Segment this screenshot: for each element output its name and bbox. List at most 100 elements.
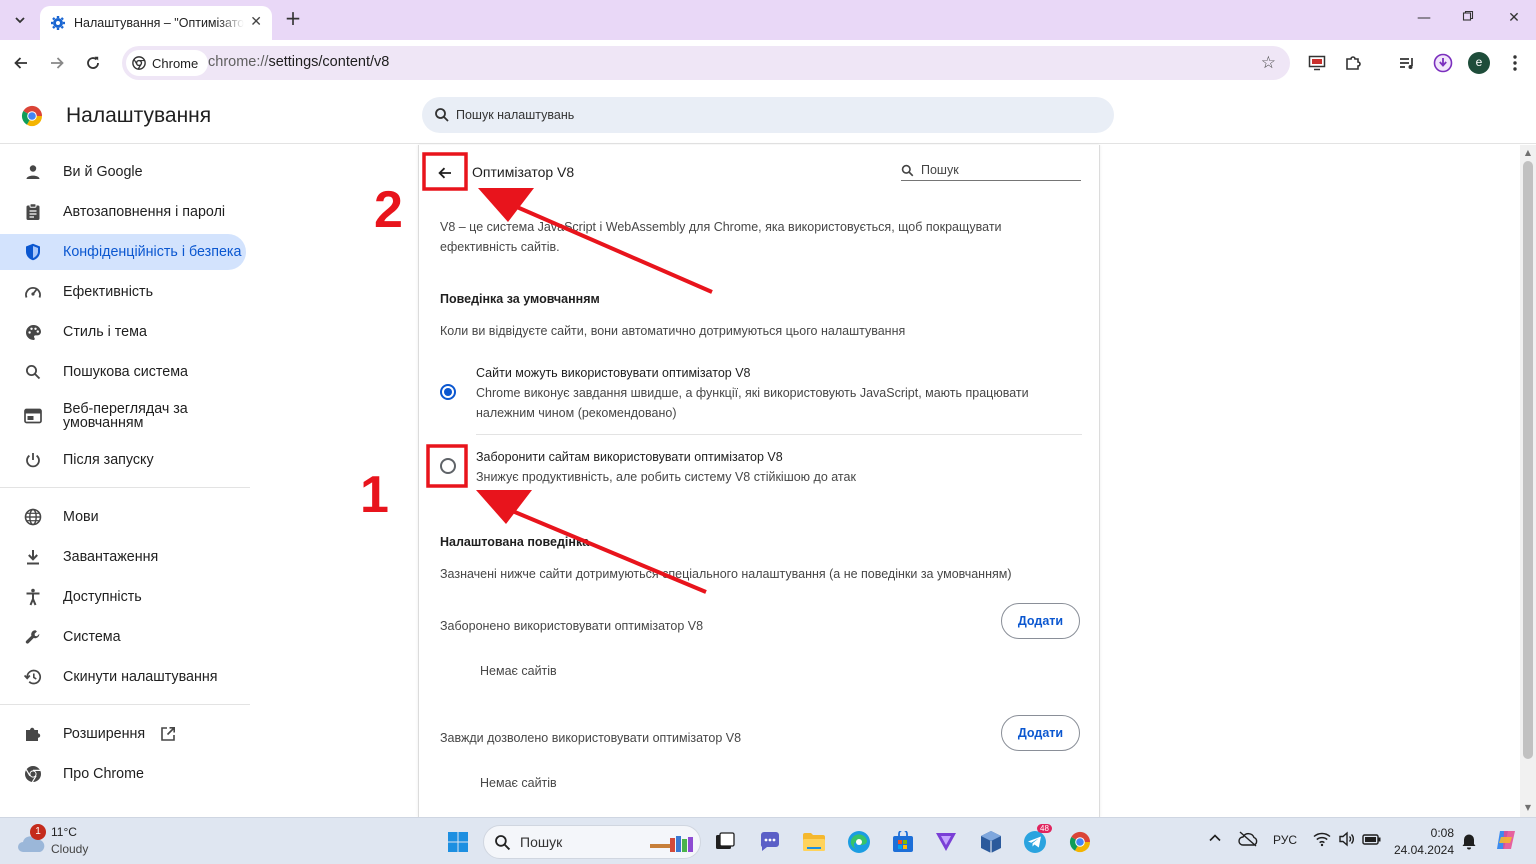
virtualbox-button[interactable]: [975, 826, 1007, 858]
scroll-thumb[interactable]: [1523, 161, 1533, 759]
teams-chat-button[interactable]: [754, 826, 786, 858]
settings-search-input[interactable]: [456, 105, 1056, 125]
forward-button[interactable]: [46, 52, 68, 74]
arrow-left-icon: [438, 167, 451, 179]
sidebar-item-label: Доступність: [63, 589, 142, 605]
more-menu-button[interactable]: [1504, 52, 1526, 74]
address-bar[interactable]: Chrome chrome://settings/content/v8 ☆: [122, 46, 1290, 80]
sidebar-item-about-chrome[interactable]: Про Chrome: [0, 756, 248, 792]
close-tab-icon[interactable]: ✕: [250, 14, 262, 30]
settings-search-box[interactable]: [422, 97, 1114, 133]
option-block-v8[interactable]: Заборонити сайтам використовувати оптимі…: [419, 445, 1099, 497]
chrome-taskbar-button[interactable]: [1064, 826, 1096, 858]
volume-tray[interactable]: [1338, 831, 1356, 850]
bookmark-star-icon[interactable]: ☆: [1261, 53, 1276, 73]
task-view-icon: [716, 832, 735, 849]
windows-taskbar: 1 11°C Cloudy Пошук 48 РУС 0:08 24.04.20…: [0, 817, 1536, 864]
copilot-button[interactable]: [1494, 829, 1518, 854]
minimize-button[interactable]: —: [1414, 10, 1434, 26]
books-icon: [650, 836, 693, 852]
download-extension-button[interactable]: [1432, 52, 1454, 74]
sidebar-item-languages[interactable]: Мови: [0, 499, 248, 535]
url-text[interactable]: chrome://settings/content/v8: [208, 54, 389, 70]
option-allow-v8[interactable]: Сайти можуть використовувати оптимізатор…: [419, 361, 1099, 433]
sidebar-item-autofill[interactable]: Автозаповнення і паролі: [0, 194, 248, 230]
store-button[interactable]: [887, 826, 919, 858]
onedrive-tray[interactable]: [1238, 831, 1258, 850]
new-tab-button[interactable]: +: [282, 8, 304, 30]
sidebar-item-extensions[interactable]: Розширення: [0, 716, 248, 752]
radio-allow[interactable]: [440, 384, 456, 400]
v8-settings-card: Оптимізатор V8 V8 – це система JavaScrip…: [418, 145, 1100, 817]
sidebar-item-default-browser[interactable]: Веб-переглядач за умовчанням: [0, 394, 248, 438]
site-info-chip[interactable]: Chrome: [126, 50, 209, 76]
search-icon: [435, 108, 449, 122]
show-hidden-icons-button[interactable]: [1208, 831, 1222, 848]
profile-avatar[interactable]: e: [1468, 52, 1490, 74]
vpn-app-button[interactable]: [930, 826, 962, 858]
step-number-2: 2: [374, 181, 403, 239]
option-separator: [476, 434, 1082, 435]
telegram-button[interactable]: 48: [1019, 824, 1052, 858]
extensions-button[interactable]: [1342, 52, 1364, 74]
more-vert-icon: [1513, 55, 1517, 71]
temperature: 11°C: [51, 825, 77, 839]
sidebar-item-you-and-google[interactable]: Ви й Google: [0, 154, 248, 190]
sidebar-item-search-engine[interactable]: Пошукова система: [0, 354, 248, 390]
task-view-button[interactable]: [709, 826, 741, 858]
sidebar-item-performance[interactable]: Ефективність: [0, 274, 248, 310]
add-blocked-site-button[interactable]: Додати: [1001, 603, 1080, 639]
sidebar-item-reset[interactable]: Скинути налаштування: [0, 659, 248, 695]
scroll-up-arrow-icon[interactable]: ▲: [1523, 148, 1533, 157]
page-search-input[interactable]: [921, 161, 1071, 179]
wrench-icon: [22, 626, 44, 648]
back-arrow-button[interactable]: [433, 161, 457, 185]
scroll-down-arrow-icon[interactable]: ▼: [1523, 803, 1533, 812]
option-label: Сайти можуть використовувати оптимізатор…: [476, 366, 751, 380]
add-allowed-site-button[interactable]: Додати: [1001, 715, 1080, 751]
tab-search-button[interactable]: [8, 8, 32, 32]
clock-time[interactable]: 0:08: [1410, 826, 1454, 840]
clock-date[interactable]: 24.04.2024: [1382, 843, 1454, 857]
cloud-off-icon: [1238, 831, 1258, 847]
close-window-button[interactable]: ✕: [1504, 10, 1524, 26]
sidebar-item-label: Конфіденційність і безпека: [63, 244, 242, 260]
back-button[interactable]: [10, 52, 32, 74]
restore-button[interactable]: [1458, 10, 1478, 26]
edge-button[interactable]: [843, 826, 875, 858]
telegram-badge: 48: [1037, 824, 1052, 833]
media-control-button[interactable]: [1396, 52, 1418, 74]
search-icon: [495, 835, 511, 851]
default-behavior-subtitle: Коли ви відвідуєте сайти, вони автоматич…: [440, 324, 906, 338]
notifications-button[interactable]: [1461, 832, 1477, 853]
wifi-tray[interactable]: [1313, 831, 1331, 850]
gear-icon: [51, 16, 65, 30]
custom-behavior-heading: Налаштована поведінка: [440, 535, 590, 549]
weather-widget[interactable]: 1 11°C Cloudy: [14, 824, 124, 860]
sidebar-item-label: Ефективність: [63, 284, 154, 300]
reload-button[interactable]: [82, 52, 104, 74]
page-scrollbar[interactable]: ▲ ▼: [1520, 145, 1536, 817]
sidebar-item-appearance[interactable]: Стиль і тема: [0, 314, 248, 350]
active-tab[interactable]: Налаштування – "Оптимізатор V8" ✕: [40, 6, 272, 40]
battery-tray[interactable]: [1362, 831, 1382, 850]
sidebar-item-on-startup[interactable]: Після запуску: [0, 442, 248, 478]
sidebar-item-downloads[interactable]: Завантаження: [0, 539, 248, 575]
sidebar-item-label: Система: [63, 629, 121, 645]
cast-extension-button[interactable]: [1306, 52, 1328, 74]
radio-block[interactable]: [440, 458, 456, 474]
arrow-right-icon: [51, 57, 64, 69]
start-button[interactable]: [442, 826, 474, 858]
sidebar-item-label: Розширення: [63, 726, 146, 742]
sidebar-item-privacy[interactable]: Конфіденційність і безпека: [0, 234, 246, 270]
option-sublabel: Chrome виконує завдання швидше, а функці…: [476, 386, 1029, 400]
language-indicator[interactable]: РУС: [1273, 833, 1297, 847]
page-search-box[interactable]: [901, 161, 1081, 181]
file-explorer-button[interactable]: [798, 826, 830, 858]
chrome-icon: [22, 763, 44, 785]
palette-icon: [22, 321, 44, 343]
sidebar-item-accessibility[interactable]: Доступність: [0, 579, 248, 615]
sidebar-item-system[interactable]: Система: [0, 619, 248, 655]
taskbar-search[interactable]: Пошук: [483, 825, 701, 859]
windows-logo-icon: [448, 832, 468, 852]
